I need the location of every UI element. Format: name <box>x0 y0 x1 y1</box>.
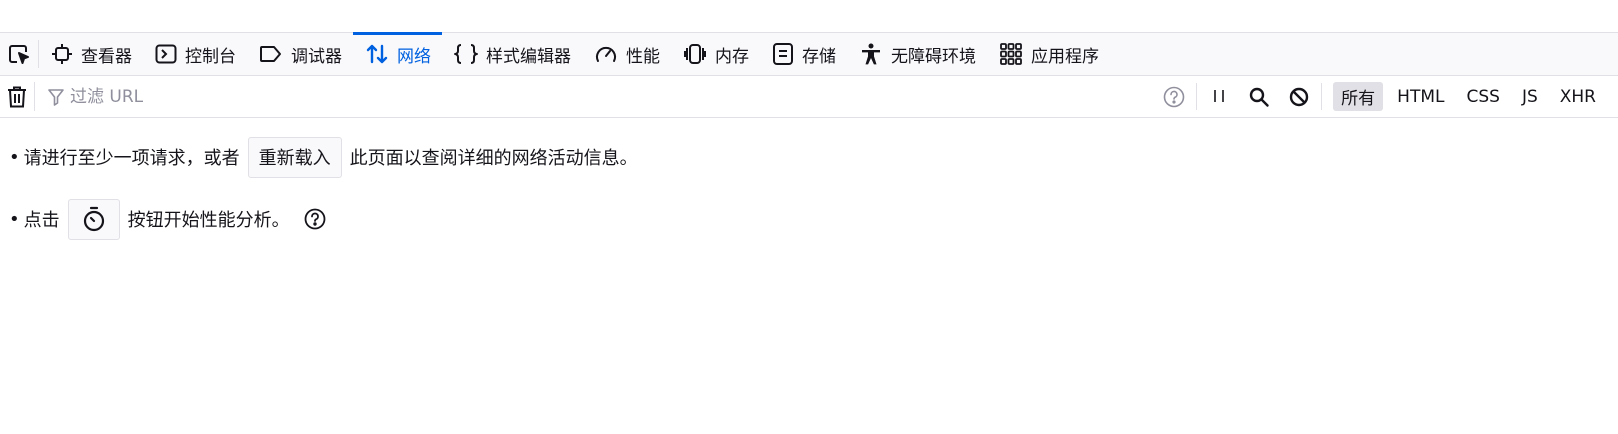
performance-icon <box>596 46 616 62</box>
start-performance-analysis-button[interactable] <box>67 198 120 240</box>
tab-label: 应用程序 <box>1031 46 1099 67</box>
trash-icon <box>8 86 26 107</box>
style-editor-icon <box>454 44 478 64</box>
perf-help-link[interactable] <box>304 208 326 230</box>
tab-inspector[interactable]: 查看器 <box>39 33 143 75</box>
tab-console[interactable]: 控制台 <box>143 33 247 75</box>
tab-network[interactable]: 网络 <box>353 32 442 75</box>
tab-storage[interactable]: 存储 <box>760 33 847 75</box>
toolbar-actions: 所有 HTML CSS JS XHR <box>1154 76 1618 117</box>
tab-style-editor[interactable]: 样式编辑器 <box>442 33 582 75</box>
pause-icon <box>1214 89 1224 102</box>
notice-reload-suffix: 此页面以查阅详细的网络活动信息。 <box>349 148 638 169</box>
block-requests-button[interactable] <box>1279 76 1319 117</box>
tab-label: 无障碍环境 <box>891 46 976 67</box>
window-top-area <box>0 0 1618 33</box>
network-empty-notice: • 请进行至少一项请求，或者 重新载入 此页面以查阅详细的网络活动信息。 • 点… <box>0 118 1618 240</box>
notice-perf-prefix: 点击 <box>23 210 60 231</box>
tab-label: 查看器 <box>81 46 132 67</box>
tab-accessibility[interactable]: 无障碍环境 <box>847 33 987 75</box>
element-picker-button[interactable] <box>0 40 39 68</box>
notice-reload-prefix: 请进行至少一项请求，或者 <box>23 148 240 169</box>
reload-button[interactable]: 重新载入 <box>247 136 342 178</box>
filter-icon <box>48 88 64 106</box>
pause-button[interactable] <box>1199 76 1239 117</box>
tab-label: 样式编辑器 <box>486 46 571 67</box>
bullet: • <box>9 146 20 168</box>
element-picker-icon <box>9 45 29 64</box>
tab-label: 存储 <box>802 46 836 67</box>
notice-perf-line: • 点击 按钮开始性能分析。 <box>9 198 1618 240</box>
notice-reload-line: • 请进行至少一项请求，或者 重新载入 此页面以查阅详细的网络活动信息。 <box>9 136 1618 178</box>
filter-type-js[interactable]: JS <box>1514 85 1546 109</box>
toolbar-separator <box>1321 83 1323 110</box>
url-filter <box>35 76 1154 117</box>
url-filter-input[interactable] <box>70 86 670 107</box>
toolbar-separator <box>1196 83 1198 110</box>
tab-label: 调试器 <box>291 46 342 67</box>
accessibility-icon <box>862 43 880 65</box>
search-icon <box>1249 87 1269 107</box>
debugger-icon <box>260 46 281 62</box>
bullet: • <box>9 208 20 230</box>
tab-label: 网络 <box>397 46 431 67</box>
tab-performance[interactable]: 性能 <box>582 33 671 75</box>
stopwatch-icon <box>83 206 104 232</box>
block-icon <box>1289 87 1309 106</box>
tab-label: 内存 <box>715 46 749 67</box>
help-icon <box>304 208 326 230</box>
filter-type-css[interactable]: CSS <box>1458 85 1507 109</box>
inspector-icon <box>52 44 72 64</box>
devtools-tab-bar: 查看器 控制台 调试器 网络 样式编辑器 性能 内存 存储 无障碍环境 应用程序 <box>0 32 1618 76</box>
filter-type-html[interactable]: HTML <box>1389 85 1452 109</box>
console-icon <box>155 44 177 64</box>
tab-memory[interactable]: 内存 <box>671 33 760 75</box>
memory-icon <box>684 44 706 64</box>
help-icon <box>1163 86 1185 107</box>
help-button[interactable] <box>1154 76 1194 117</box>
tab-application[interactable]: 应用程序 <box>987 33 1110 75</box>
tab-label: 性能 <box>626 46 660 67</box>
network-toolbar: 所有 HTML CSS JS XHR <box>0 76 1618 118</box>
notice-perf-suffix: 按钮开始性能分析。 <box>127 210 290 231</box>
filter-type-all[interactable]: 所有 <box>1333 82 1384 111</box>
filter-type-xhr[interactable]: XHR <box>1552 85 1604 109</box>
search-button[interactable] <box>1239 76 1279 117</box>
tab-label: 控制台 <box>185 46 236 67</box>
tab-debugger[interactable]: 调试器 <box>247 33 353 75</box>
network-icon <box>366 44 388 64</box>
application-icon <box>1000 43 1022 65</box>
storage-icon <box>773 43 793 65</box>
clear-button[interactable] <box>0 82 35 111</box>
